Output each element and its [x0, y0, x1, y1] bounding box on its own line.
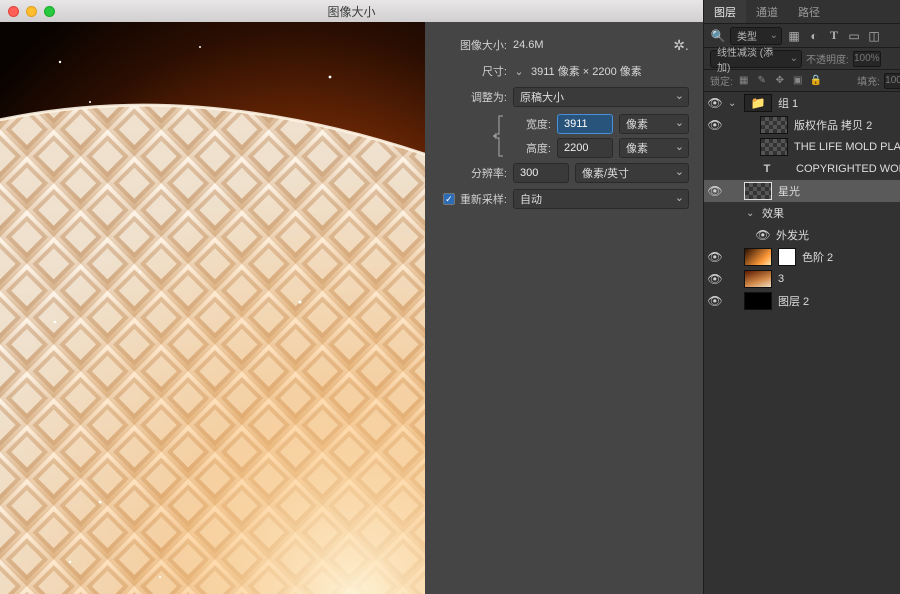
constrain-link-icon[interactable] — [493, 112, 507, 160]
layer-item[interactable]: 👁 版权作品 拷贝 2 — [704, 114, 900, 136]
width-unit-select[interactable]: 像素 — [619, 114, 689, 134]
right-panels: 图层 通道 路径 🔍 类型 ▦ ◐ T ▭ ◫ 线性减淡 (添加) 不透明度: … — [704, 0, 900, 594]
panel-tab-bar: 图层 通道 路径 — [704, 0, 900, 24]
opacity-label: 不透明度: — [806, 51, 849, 66]
filter-shape-icon[interactable]: ▭ — [846, 28, 862, 44]
lock-position-icon[interactable]: ✥ — [773, 74, 787, 88]
layer-fx-header[interactable]: ⌄ 效果 — [704, 202, 900, 224]
visibility-icon[interactable]: 👁 — [708, 140, 722, 154]
fit-to-label: 调整为: — [433, 89, 507, 105]
resample-label: 重新采样: — [460, 191, 507, 207]
layer-label: 色阶 2 — [802, 249, 900, 265]
blend-mode-select[interactable]: 线性减淡 (添加) — [710, 50, 802, 68]
layer-thumb — [744, 182, 772, 200]
dialog-titlebar[interactable]: 图像大小 — [0, 0, 703, 22]
resolution-unit-select[interactable]: 像素/英寸 — [575, 163, 689, 183]
group-caret-icon[interactable]: ⌄ — [728, 98, 738, 109]
resolution-input[interactable]: 300 — [513, 163, 569, 183]
fill-input[interactable]: 100% — [884, 73, 900, 89]
lock-label: 锁定: — [710, 73, 733, 88]
fill-label: 填充: — [857, 73, 880, 88]
layer-label: 3 — [778, 273, 900, 285]
image-size-dialog: 图像大小 — [0, 0, 704, 594]
layer-label: 版权作品 拷贝 2 — [794, 117, 900, 133]
layer-label: COPYRIGHTED WORK — [796, 163, 900, 175]
width-input[interactable]: 3911 — [557, 114, 613, 134]
visibility-icon[interactable]: 👁 — [708, 96, 722, 110]
layer-label: 图层 2 — [778, 293, 900, 309]
visibility-icon[interactable]: 👁 — [708, 250, 722, 264]
tab-layers[interactable]: 图层 — [704, 0, 746, 23]
filter-smart-icon[interactable]: ◫ — [866, 28, 882, 44]
dimensions-label: 尺寸: — [433, 63, 507, 79]
width-label: 宽度: — [513, 116, 551, 132]
resample-checkbox[interactable]: ✓ — [443, 193, 455, 205]
lock-artboard-icon[interactable]: ▣ — [791, 74, 805, 88]
layer-item[interactable]: 👁 THE LIFE MOLD PLAN — [704, 136, 900, 158]
height-unit-select[interactable]: 像素 — [619, 138, 689, 158]
height-input[interactable]: 2200 — [557, 138, 613, 158]
filter-search-icon[interactable]: 🔍 — [710, 28, 726, 44]
filter-adjust-icon[interactable]: ◐ — [806, 28, 822, 44]
layer-item[interactable]: 👁 3 — [704, 268, 900, 290]
layer-label: 效果 — [762, 205, 900, 221]
lock-all-icon[interactable]: 🔒 — [809, 74, 823, 88]
tab-paths[interactable]: 路径 — [788, 0, 830, 23]
layer-mask-thumb — [778, 248, 796, 266]
resample-select[interactable]: 自动 — [513, 189, 689, 209]
text-layer-icon: T — [760, 163, 774, 175]
layer-thumb — [744, 270, 772, 288]
fit-to-value: 原稿大小 — [520, 89, 564, 105]
opacity-input[interactable]: 100% — [853, 51, 881, 67]
visibility-icon[interactable]: 👁 — [708, 118, 722, 132]
layer-item-selected[interactable]: 👁 星光 — [704, 180, 900, 202]
lock-brush-icon[interactable]: ✎ — [755, 74, 769, 88]
layer-thumb — [744, 292, 772, 310]
lock-transparent-icon[interactable]: ▦ — [737, 74, 751, 88]
dimensions-chevron-icon[interactable]: ⌄ — [513, 65, 525, 78]
filter-type-icon[interactable]: T — [826, 28, 842, 44]
layer-label: THE LIFE MOLD PLAN — [794, 141, 900, 153]
image-preview — [0, 22, 425, 594]
visibility-icon[interactable]: 👁 — [708, 162, 722, 176]
filter-type-select[interactable]: 类型 — [730, 27, 782, 45]
filter-pixel-icon[interactable]: ▦ — [786, 28, 802, 44]
height-label: 高度: — [513, 140, 551, 156]
tab-channels[interactable]: 通道 — [746, 0, 788, 23]
filesize-label: 图像大小: — [433, 37, 507, 53]
dimensions-value: 3911 像素 × 2200 像素 — [531, 63, 642, 79]
visibility-icon[interactable]: 👁 — [756, 228, 770, 242]
layer-thumb — [760, 138, 788, 156]
visibility-icon[interactable]: 👁 — [708, 294, 722, 308]
visibility-icon[interactable]: 👁 — [708, 184, 722, 198]
layer-item[interactable]: 👁 图层 2 — [704, 290, 900, 312]
layers-list: 👁 ⌄ 组 1 👁 版权作品 拷贝 2 👁 THE LIFE MOLD PLAN… — [704, 92, 900, 312]
filesize-value: 24.6M — [513, 39, 544, 51]
settings-gear-icon[interactable]: ✲. — [673, 37, 689, 53]
layer-thumb — [760, 116, 788, 134]
visibility-icon[interactable]: 👁 — [708, 272, 722, 286]
layer-fx-item[interactable]: 👁 外发光 — [704, 224, 900, 246]
layer-label: 组 1 — [778, 95, 900, 111]
blend-opacity-row: 线性减淡 (添加) 不透明度: 100% — [704, 48, 900, 70]
layer-label: 外发光 — [776, 227, 900, 243]
fit-to-select[interactable]: 原稿大小 — [513, 87, 689, 107]
dialog-title: 图像大小 — [0, 3, 703, 20]
resolution-label: 分辨率: — [433, 165, 507, 181]
layer-group[interactable]: 👁 ⌄ 组 1 — [704, 92, 900, 114]
layer-label: 星光 — [778, 183, 900, 199]
layer-text[interactable]: 👁 T COPYRIGHTED WORK — [704, 158, 900, 180]
fx-caret-icon[interactable]: ⌄ — [746, 208, 756, 219]
layer-thumb — [744, 248, 772, 266]
folder-icon — [744, 94, 772, 112]
layer-adjustment[interactable]: 👁 色阶 2 — [704, 246, 900, 268]
